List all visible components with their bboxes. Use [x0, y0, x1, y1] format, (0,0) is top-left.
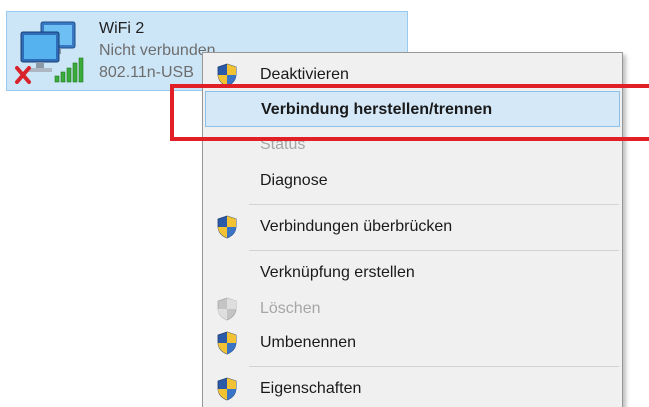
menu-item-verknuepfung-erstellen[interactable]: Verknüpfung erstellen	[205, 255, 620, 291]
menu-item-diagnose[interactable]: Diagnose	[205, 163, 620, 199]
adapter-device: 802.11n-USB	[99, 64, 194, 81]
menu-item-verbindungen-ueberbruecken[interactable]: Verbindungen überbrücken	[205, 209, 620, 245]
menu-item-loeschen[interactable]: Löschen	[205, 291, 620, 327]
menu-item-label: Eigenschaften	[260, 380, 362, 397]
menu-item-umbenennen[interactable]: Umbenennen	[205, 325, 620, 361]
annotation-highlight-box	[170, 84, 649, 141]
uac-shield-icon	[217, 377, 237, 401]
menu-item-label: Umbenennen	[260, 334, 357, 351]
menu-separator	[249, 250, 619, 251]
uac-shield-disabled-icon	[217, 297, 237, 321]
menu-item-label: Verbindungen überbrücken	[260, 218, 453, 235]
menu-item-eigenschaften[interactable]: Eigenschaften	[205, 371, 620, 407]
signal-bars-icon	[54, 57, 84, 83]
disconnected-x-icon	[15, 66, 31, 84]
uac-shield-icon	[217, 215, 237, 239]
menu-item-label: Diagnose	[260, 172, 328, 189]
menu-separator	[249, 366, 619, 367]
adapter-name: WiFi 2	[99, 20, 145, 37]
menu-separator	[249, 204, 619, 205]
menu-item-label: Verknüpfung erstellen	[260, 264, 415, 281]
menu-item-label: Löschen	[260, 300, 321, 317]
adapter-status: Nicht verbunden	[99, 42, 216, 59]
network-adapter-icon	[15, 21, 84, 84]
desktop-area: WiFi 2 Nicht verbunden 802.11n-USB Deakt…	[0, 0, 649, 407]
uac-shield-icon	[217, 331, 237, 355]
adapter-text: WiFi 2 Nicht verbunden 802.11n-USB	[99, 18, 216, 84]
